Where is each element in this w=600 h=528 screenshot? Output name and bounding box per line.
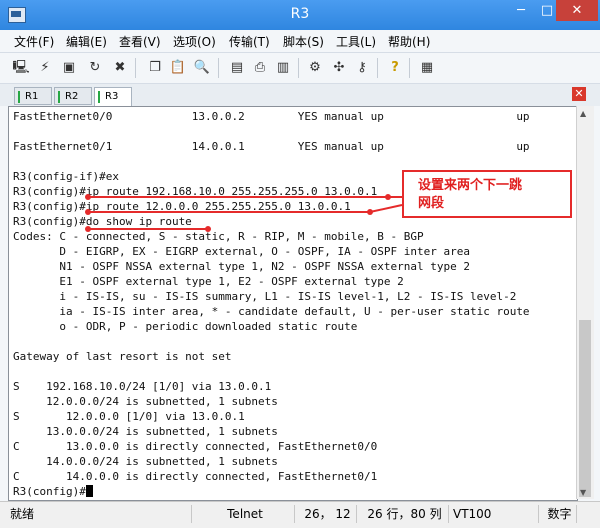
status-mode: 数字 (538, 505, 576, 523)
status-position: 26， 12 (294, 505, 356, 523)
annotation-connector (369, 204, 403, 213)
status-bar: 就绪 Telnet 26， 12 26 行，80 列 VT100 数字 (0, 501, 600, 528)
annotation-text: 网段 (418, 196, 445, 211)
resize-grip-icon[interactable] (576, 505, 598, 523)
annotation-dot (85, 209, 91, 215)
status-size: 26 行，80 列 (356, 505, 448, 523)
annotation-dot (85, 194, 91, 200)
annotation-text: 设置来两个下一跳 (418, 178, 523, 193)
annotation-callout: 设置来两个下一跳 网段 (402, 170, 572, 218)
annotation-dot (85, 226, 91, 232)
status-terminal-type: VT100 (448, 505, 538, 523)
status-protocol: Telnet (191, 505, 294, 523)
status-ready: 就绪 (10, 507, 35, 521)
annotation-overlay (85, 194, 403, 232)
annotation-dot (205, 226, 211, 232)
